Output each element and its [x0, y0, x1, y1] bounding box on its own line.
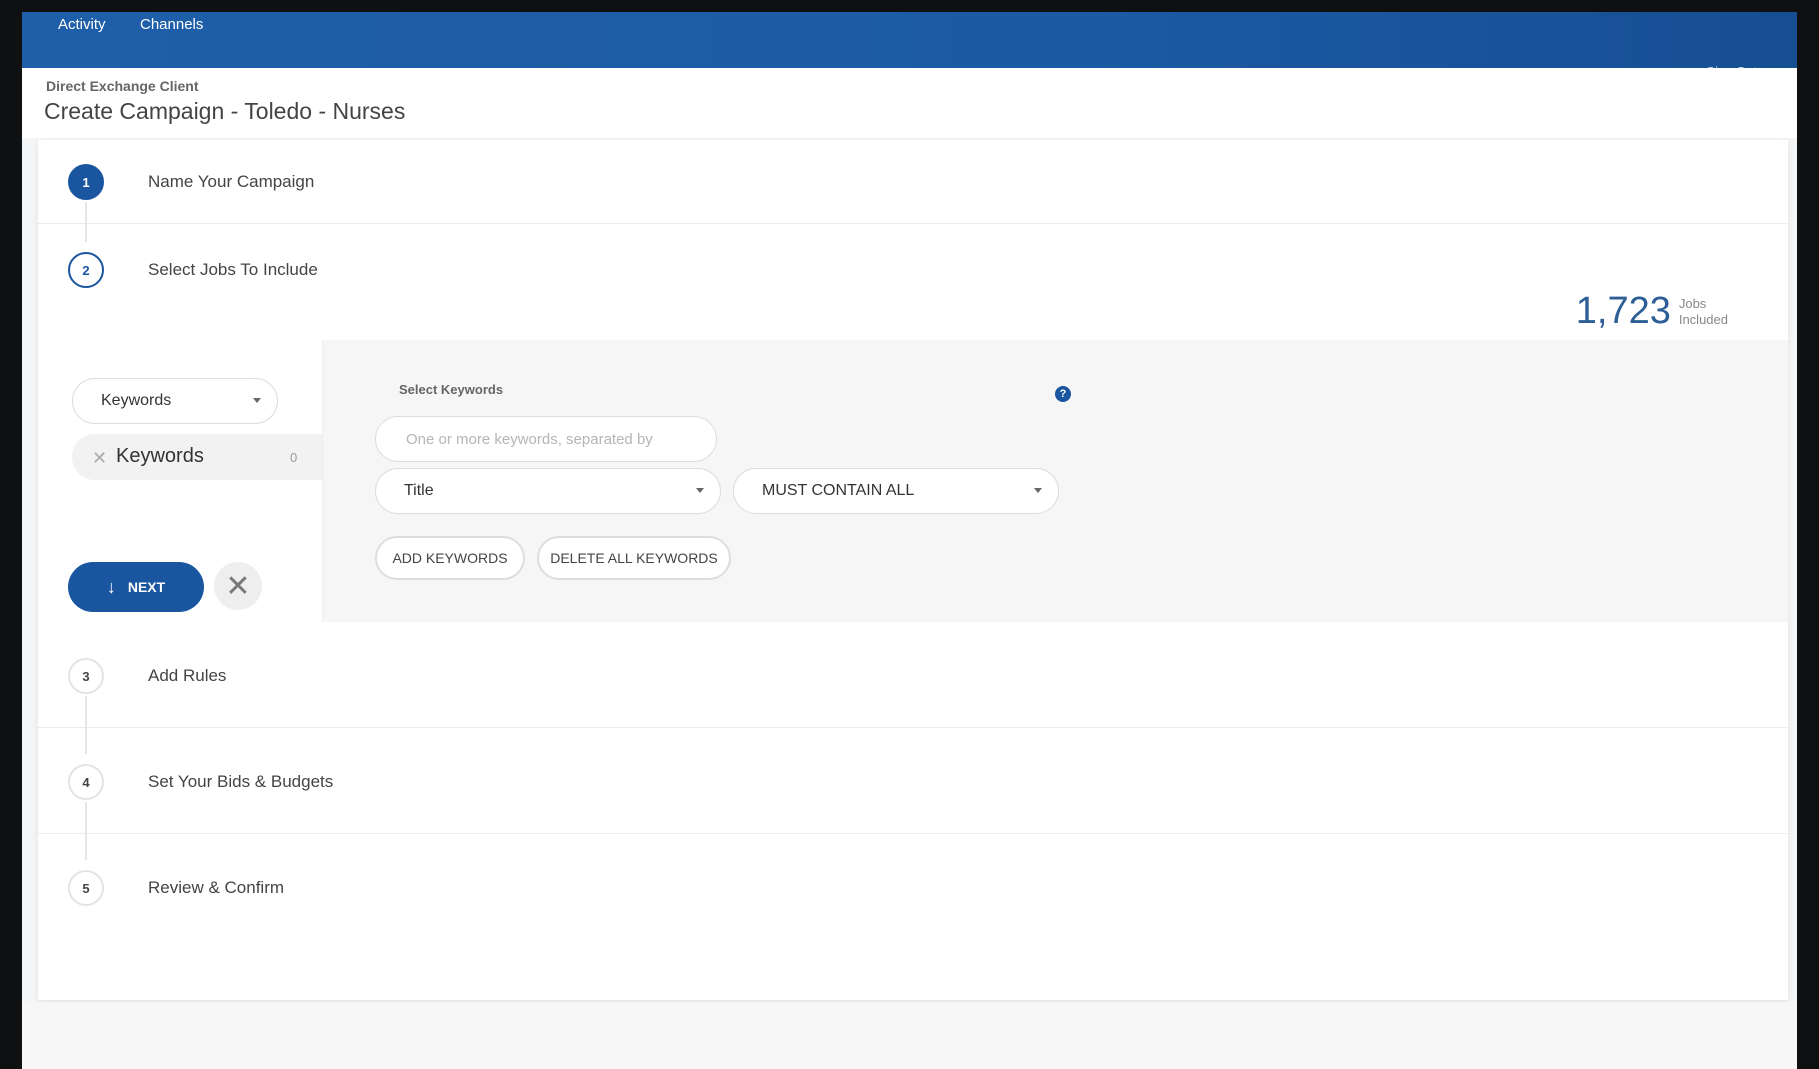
chevron-down-icon	[253, 398, 261, 403]
step-1-row[interactable]: 1 Name Your Campaign	[38, 140, 1788, 224]
select-keywords-label: Select Keywords	[399, 382, 504, 397]
filter-type-value: Keywords	[101, 392, 172, 409]
page-header: Direct Exchange Client Create Campaign -…	[22, 68, 1797, 138]
nav-activity[interactable]: Activity	[58, 16, 106, 33]
step-3-number: 3	[68, 658, 104, 694]
chip-count: 0	[290, 450, 298, 465]
step-1-label: Name Your Campaign	[148, 172, 315, 191]
add-keywords-button[interactable]: ADD KEYWORDS	[375, 536, 525, 580]
jobs-label-line1: Jobs	[1678, 295, 1707, 311]
arrow-down-icon: ↓	[106, 576, 116, 597]
page-title: Create Campaign - Toledo - Nurses	[44, 98, 406, 124]
jobs-count: 1,723	[1575, 290, 1671, 332]
delete-all-keywords-button[interactable]: DELETE ALL KEYWORDS	[537, 536, 731, 580]
nav-channels[interactable]: Channels	[140, 16, 203, 33]
jobs-included-counter: 1,723 Jobs Included	[1576, 290, 1728, 333]
next-label: NEXT	[127, 579, 166, 595]
step-3-row[interactable]: 3 Add Rules	[38, 622, 1788, 728]
page-footer-area	[22, 1002, 1797, 1069]
step-1-number: 1	[68, 164, 104, 200]
step-3-label: Add Rules	[148, 666, 227, 685]
step-4-number: 4	[68, 764, 104, 800]
help-icon[interactable]: ?	[1055, 386, 1071, 402]
next-button[interactable]: ↓ NEXT	[68, 562, 204, 612]
step-4-label: Set Your Bids & Budgets	[148, 772, 334, 791]
keywords-panel: Select Keywords ? Title MUST CONTAIN ALL…	[323, 340, 1788, 622]
step-2-number: 2	[68, 252, 104, 288]
filter-type-select[interactable]: Keywords	[72, 378, 278, 424]
chip-label: Keywords	[116, 445, 204, 467]
keywords-input[interactable]	[375, 416, 717, 462]
client-name: Direct Exchange Client	[46, 78, 199, 94]
keyword-field-value: Title	[404, 482, 434, 499]
keywords-filter-chip[interactable]: ✕ Keywords 0	[72, 434, 322, 480]
filter-panel: Keywords ✕ Keywords 0 ↓ NEXT ✕	[38, 340, 323, 622]
chevron-down-icon	[696, 488, 704, 493]
chevron-down-icon	[1034, 488, 1042, 493]
match-type-select[interactable]: MUST CONTAIN ALL	[733, 468, 1059, 514]
match-type-value: MUST CONTAIN ALL	[762, 482, 915, 499]
step-5-row[interactable]: 5 Review & Confirm	[38, 834, 1788, 940]
jobs-label: Jobs Included	[1679, 296, 1728, 328]
cancel-button[interactable]: ✕	[214, 562, 262, 610]
keyword-field-select[interactable]: Title	[375, 468, 721, 514]
step-2-label: Select Jobs To Include	[148, 260, 318, 279]
step-4-row[interactable]: 4 Set Your Bids & Budgets	[38, 728, 1788, 834]
step-2-row[interactable]: 2 Select Jobs To Include	[38, 224, 1788, 340]
campaign-steps: 1 Name Your Campaign 2 Select Jobs To In…	[38, 140, 1788, 1000]
close-icon[interactable]: ✕	[92, 448, 107, 469]
jobs-label-line2: Included	[1678, 311, 1728, 327]
step-5-number: 5	[68, 870, 104, 906]
app-screen: Activity Channels Sign Out Direct Exchan…	[22, 12, 1797, 1069]
step-5-label: Review & Confirm	[148, 878, 285, 897]
top-nav-bar: Activity Channels	[22, 12, 1797, 68]
